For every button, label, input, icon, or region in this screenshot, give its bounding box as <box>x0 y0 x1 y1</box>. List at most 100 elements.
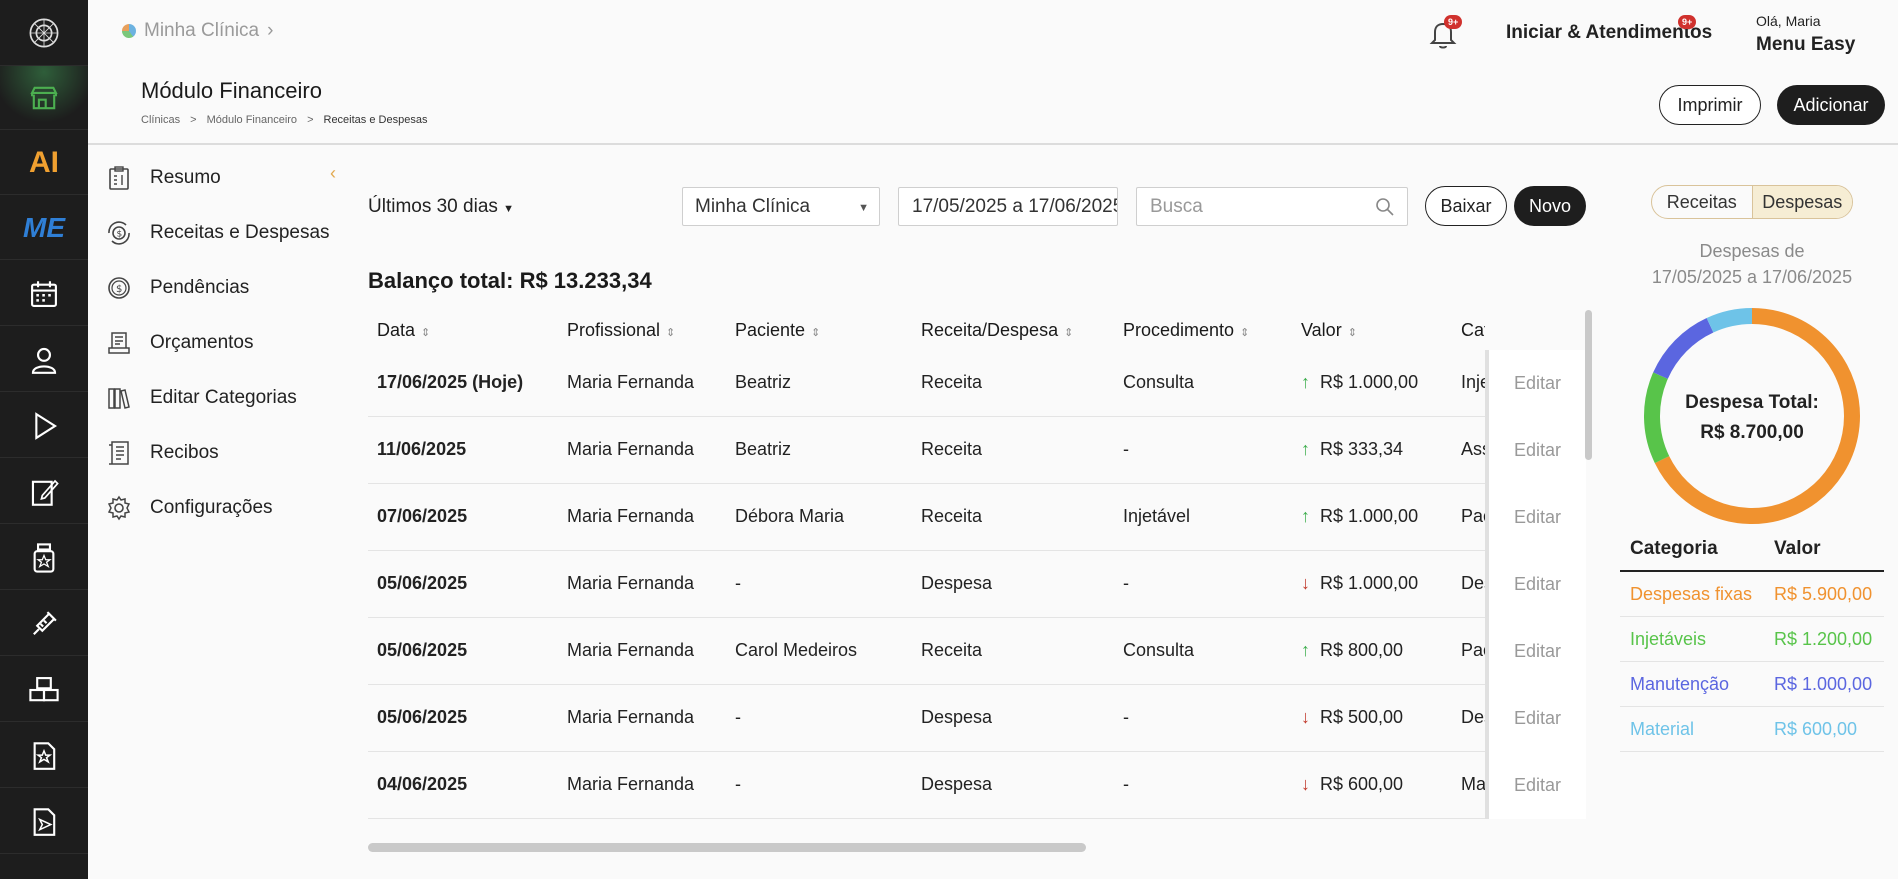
col-label: Profissional <box>567 320 661 340</box>
col-categoria[interactable]: Categoria <box>1461 320 1485 341</box>
date-range-input[interactable]: 17/05/2025 a 17/06/2025 <box>898 187 1118 226</box>
subnav-item-pendencias[interactable]: $ Pendências <box>106 275 249 301</box>
subnav-item-recibos[interactable]: Recibos <box>106 440 219 466</box>
edit-document-icon[interactable] <box>0 460 88 524</box>
boxes-icon[interactable] <box>0 658 88 722</box>
syringe-icon[interactable] <box>0 592 88 656</box>
table-row[interactable]: 04/06/2025 Maria Fernanda - Despesa - ↓ R$ 600… <box>368 752 1586 819</box>
table-row[interactable]: 07/06/2025 Maria Fernanda Débora Maria Rece… <box>368 484 1586 551</box>
col-profissional[interactable]: Profissional ⇕ <box>567 320 675 341</box>
gear-icon <box>107 495 131 521</box>
breadcrumb-clinicas[interactable]: Clínicas <box>141 114 180 126</box>
subnav-item-configuracoes[interactable]: Configurações <box>106 495 273 521</box>
arrow-up-icon: ↑ <box>1301 506 1310 526</box>
table-row[interactable]: 17/06/2025 (Hoje) Maria Fernanda Beatriz Re… <box>368 350 1586 417</box>
cell-valor-text: R$ 800,00 <box>1320 640 1404 660</box>
col-receita-despesa[interactable]: Receita/Despesa ⇕ <box>921 320 1073 341</box>
star-document-icon[interactable] <box>0 724 88 788</box>
chart-title-line1: Despesas de <box>1699 241 1805 261</box>
edit-button[interactable]: Editar <box>1485 417 1586 484</box>
clinic-select[interactable]: Minha Clínica ▼ <box>682 187 880 226</box>
receipt-icon <box>109 441 129 465</box>
books-icon <box>108 388 130 409</box>
donut-slice[interactable] <box>1653 317 1714 380</box>
edit-button[interactable]: Editar <box>1485 752 1586 819</box>
arrow-down-icon: ↓ <box>1301 774 1310 794</box>
table-row[interactable]: 05/06/2025 Maria Fernanda - Despesa - ↓ R$ 1.0… <box>368 551 1586 618</box>
logo-icon[interactable] <box>0 0 88 66</box>
breadcrumb-modulo[interactable]: Módulo Financeiro <box>207 114 298 126</box>
category-row: Injetáveis R$ 1.200,00 <box>1620 617 1884 662</box>
cell-paciente: Beatriz <box>735 439 792 459</box>
download-button[interactable]: Baixar <box>1425 186 1507 226</box>
menu-easy-button[interactable]: Menu Easy <box>1756 34 1855 56</box>
edit-button[interactable]: Editar <box>1485 618 1586 685</box>
subnav-label: Recibos <box>150 442 219 463</box>
cell-tipo: Despesa <box>921 707 993 727</box>
chevron-right-icon: › <box>267 20 274 41</box>
cell-tipo: Despesa <box>921 774 993 794</box>
play-icon[interactable] <box>0 394 88 458</box>
value-header: Valor <box>1774 538 1821 559</box>
edit-button[interactable]: Editar <box>1485 484 1586 551</box>
table-row[interactable]: 11/06/2025 Maria Fernanda Beatriz Receita - ↑… <box>368 417 1586 484</box>
add-button[interactable]: Adicionar <box>1777 85 1885 125</box>
category-name: Injetáveis <box>1630 629 1707 649</box>
col-procedimento[interactable]: Procedimento ⇕ <box>1123 320 1249 341</box>
clinic-switcher[interactable]: Minha Clínica › <box>122 20 273 42</box>
subnav-item-receitas-despesas[interactable]: $ Receitas e Despesas <box>106 220 330 246</box>
store-icon[interactable] <box>0 66 88 130</box>
col-data[interactable]: Data ⇕ <box>377 320 430 341</box>
category-value: R$ 1.000,00 <box>1774 674 1873 694</box>
col-paciente[interactable]: Paciente ⇕ <box>735 320 820 341</box>
calendar-icon[interactable] <box>0 262 88 326</box>
subnav-label: Receitas e Despesas <box>150 222 330 243</box>
cell-date: 04/06/2025 <box>377 774 468 794</box>
donut-slice[interactable] <box>1706 308 1753 333</box>
cell-valor-text: R$ 600,00 <box>1320 774 1404 794</box>
cell-tipo: Receita <box>921 439 983 459</box>
subnav-item-orcamentos[interactable]: Orçamentos <box>106 330 253 356</box>
table-row[interactable]: 05/06/2025 Maria Fernanda Carol Medeiros Re… <box>368 618 1586 685</box>
period-dropdown[interactable]: Últimos 30 dias ▼ <box>368 196 514 218</box>
col-label: Paciente <box>735 320 806 340</box>
subnav-item-editar-categorias[interactable]: Editar Categorias <box>106 385 297 411</box>
cell-procedimento: - <box>1123 573 1129 593</box>
cell-profissional: Maria Fernanda <box>567 372 695 392</box>
chart-title-line2: 17/05/2025 a 17/06/2025 <box>1651 267 1853 287</box>
notifications-button[interactable]: 9+ <box>1428 15 1463 55</box>
receipt-printer-icon <box>108 332 130 354</box>
ai-icon[interactable]: AI <box>0 131 88 195</box>
subnav-item-resumo[interactable]: Resumo <box>106 165 221 191</box>
cell-procedimento: Injetável <box>1123 506 1191 526</box>
toggle-despesas[interactable]: Despesas <box>1751 186 1852 218</box>
print-button[interactable]: Imprimir <box>1659 85 1761 125</box>
cell-valor: ↑ R$ 333,34 <box>1301 439 1403 460</box>
toggle-receitas[interactable]: Receitas <box>1652 186 1752 218</box>
search-input[interactable]: Busca <box>1136 187 1408 226</box>
vertical-scrollbar[interactable] <box>1585 310 1592 460</box>
cell-tipo: Receita <box>921 640 983 660</box>
send-document-icon[interactable] <box>0 790 88 854</box>
atendimentos-link[interactable]: Iniciar & Atendimentos 9+ <box>1506 15 1712 44</box>
doctor-icon[interactable] <box>0 328 88 392</box>
sort-icon: ⇕ <box>1064 327 1074 339</box>
medicine-bottle-icon[interactable] <box>0 526 88 590</box>
sort-icon: ⇕ <box>1347 327 1357 339</box>
me-icon[interactable]: ME <box>0 196 88 260</box>
arrow-up-icon: ↑ <box>1301 640 1310 660</box>
edit-button[interactable]: Editar <box>1485 350 1586 417</box>
edit-button[interactable]: Editar <box>1485 551 1586 618</box>
col-valor[interactable]: Valor ⇕ <box>1301 320 1357 341</box>
subnav-label: Resumo <box>150 167 221 188</box>
cell-date: 05/06/2025 <box>377 573 468 593</box>
new-button[interactable]: Novo <box>1514 186 1586 226</box>
cell-categoria: Injetáveis <box>1461 372 1485 392</box>
collapse-sidebar-icon[interactable]: ‹ <box>330 163 336 184</box>
search-icon[interactable] <box>1375 197 1395 217</box>
edit-button[interactable]: Editar <box>1485 685 1586 752</box>
cell-categoria: Despesas fixas <box>1461 707 1485 727</box>
dollar-coin-icon: $ <box>108 277 130 299</box>
horizontal-scrollbar[interactable] <box>368 843 1086 852</box>
table-row[interactable]: 05/06/2025 Maria Fernanda - Despesa - ↓ R$ 500… <box>368 685 1586 752</box>
